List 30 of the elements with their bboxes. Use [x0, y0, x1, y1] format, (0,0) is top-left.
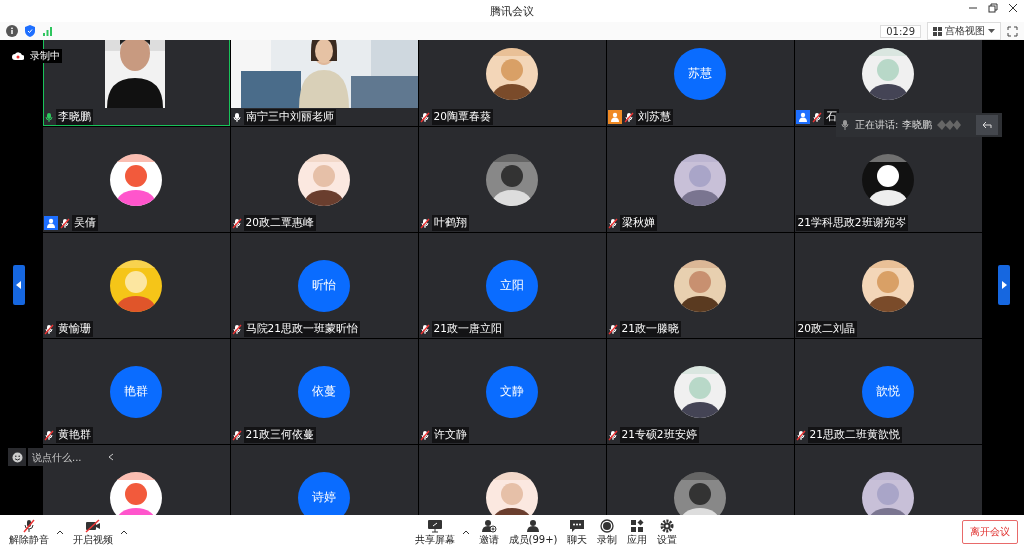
participant-name: 20政二覃惠峰 [243, 215, 316, 231]
window-title: 腾讯会议 [490, 3, 534, 19]
avatar: 苏慧 [674, 47, 726, 100]
meeting-timer: 01:29 [880, 24, 921, 38]
participant-name: 黄愉珊 [55, 321, 93, 337]
avatar: 立阳 [486, 259, 538, 312]
participant-name: 21专硕2班安婷 [619, 427, 699, 443]
participant-name: 叶鹤翔 [431, 215, 469, 231]
participant-name: 吴倩 [71, 215, 98, 231]
participant-name: 20陶覃春葵 [431, 109, 493, 125]
participant-name: 许文静 [431, 427, 469, 443]
participant-name: 21思政二班黄歆悦 [807, 427, 902, 443]
participant-name: 21政一唐立阳 [431, 321, 504, 337]
participant-name: 南宁三中刘丽老师 [243, 109, 336, 125]
participant-name: 刘苏慧 [635, 109, 673, 125]
avatar: 依蔓 [298, 365, 350, 418]
participant-name: 21学科思政2班谢宛岑 [795, 215, 908, 231]
participant-name: 黄艳群 [55, 427, 93, 443]
avatar: 艳群 [110, 365, 162, 418]
recording-status: 录制中 [28, 49, 62, 63]
participant-name: 20政二刘晶 [795, 321, 857, 337]
avatar: 文静 [486, 365, 538, 418]
participant-name: 梁秋婵 [619, 215, 657, 231]
avatar: 歆悦 [862, 365, 914, 418]
participant-name: 21政三何依蔓 [243, 427, 316, 443]
participant-name: 李晓鹏 [55, 109, 93, 125]
participant-name: 马院21思政一班蒙昕怡 [243, 321, 360, 337]
avatar: 昕怡 [298, 259, 350, 312]
participant-name: 21政一滕晓 [619, 321, 681, 337]
avatar: 诗婷 [298, 471, 350, 515]
